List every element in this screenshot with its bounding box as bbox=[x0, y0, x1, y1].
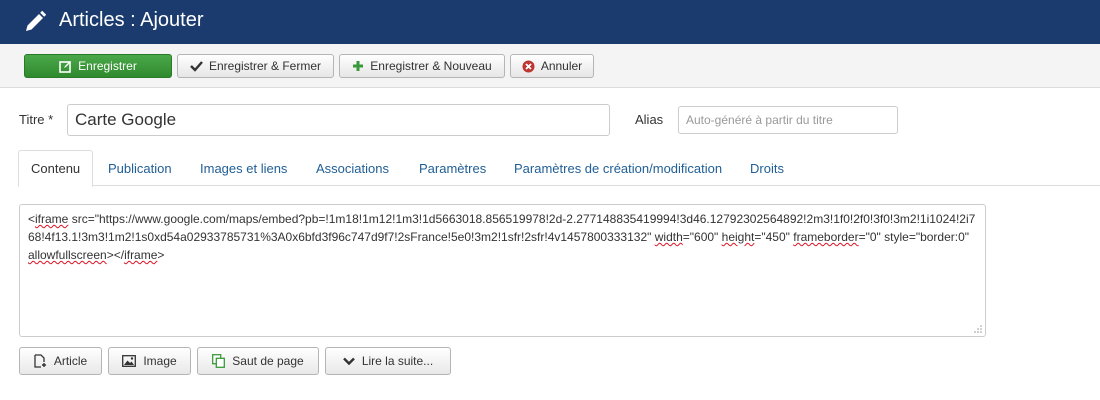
page-break-button[interactable]: Saut de page bbox=[197, 347, 319, 375]
tab-associations[interactable]: Associations bbox=[304, 150, 401, 186]
editor-text: width bbox=[654, 230, 683, 244]
save-button[interactable]: Enregistrer bbox=[24, 54, 172, 78]
chevron-down-icon bbox=[342, 357, 355, 365]
editor-text: ="600" bbox=[682, 230, 722, 244]
page-title: Articles : Ajouter bbox=[59, 9, 204, 31]
insert-article-button[interactable]: Article bbox=[19, 347, 102, 375]
edit-icon bbox=[59, 60, 72, 73]
cancel-icon bbox=[522, 60, 535, 72]
insert-image-label: Image bbox=[143, 354, 177, 368]
plus-icon bbox=[353, 61, 364, 71]
tab-parametres-creation[interactable]: Paramètres de création/modification bbox=[502, 150, 734, 186]
editor-text: < bbox=[28, 212, 36, 226]
editor-text: height bbox=[721, 230, 755, 244]
editor-text: ></ bbox=[106, 248, 125, 262]
copy-icon bbox=[212, 354, 226, 368]
alias-label: Alias bbox=[635, 112, 664, 127]
editor-text: > bbox=[157, 248, 165, 262]
title-input[interactable]: Carte Google bbox=[67, 104, 610, 136]
toolbar: Enregistrer Enregistrer & Fermer Enregis… bbox=[0, 44, 1100, 88]
pencil-icon bbox=[26, 10, 47, 31]
picture-icon bbox=[122, 355, 137, 367]
tab-publication[interactable]: Publication bbox=[96, 150, 184, 186]
editor-text: iframe bbox=[35, 212, 69, 226]
editor-text: ="0" style="border:0" bbox=[858, 230, 970, 244]
cancel-label: Annuler bbox=[540, 59, 583, 73]
tab-droits[interactable]: Droits bbox=[738, 150, 796, 186]
save-button-label: Enregistrer bbox=[78, 59, 137, 73]
read-more-button[interactable]: Lire la suite... bbox=[325, 347, 451, 375]
save-close-button[interactable]: Enregistrer & Fermer bbox=[177, 54, 334, 78]
resize-grip-icon[interactable] bbox=[974, 325, 982, 333]
cancel-button[interactable]: Annuler bbox=[510, 54, 594, 78]
page-break-label: Saut de page bbox=[232, 354, 304, 368]
editor-text: iframe bbox=[124, 248, 158, 262]
read-more-label: Lire la suite... bbox=[361, 354, 434, 368]
save-close-label: Enregistrer & Fermer bbox=[208, 59, 322, 73]
editor-text: frameborder bbox=[793, 230, 859, 244]
title-label: Titre * bbox=[19, 112, 54, 127]
tab-contenu[interactable]: Contenu bbox=[18, 150, 94, 187]
save-new-label: Enregistrer & Nouveau bbox=[370, 59, 492, 73]
insert-article-label: Article bbox=[53, 354, 88, 368]
alias-input[interactable]: Auto-généré à partir du titre bbox=[678, 106, 898, 134]
tab-images-liens[interactable]: Images et liens bbox=[188, 150, 299, 186]
content-editor[interactable]: <iframe src="https://www.google.com/maps… bbox=[19, 204, 986, 337]
page-header: Articles : Ajouter bbox=[0, 0, 1100, 44]
editor-text: allowfullscreen bbox=[28, 248, 107, 262]
file-add-icon bbox=[34, 354, 46, 368]
tab-bar: Contenu Publication Images et liens Asso… bbox=[18, 150, 1100, 187]
insert-image-button[interactable]: Image bbox=[108, 347, 191, 375]
editor-text: ="450" bbox=[754, 230, 794, 244]
tab-parametres[interactable]: Paramètres bbox=[407, 150, 498, 186]
check-icon bbox=[190, 61, 203, 72]
save-new-button[interactable]: Enregistrer & Nouveau bbox=[339, 54, 505, 78]
